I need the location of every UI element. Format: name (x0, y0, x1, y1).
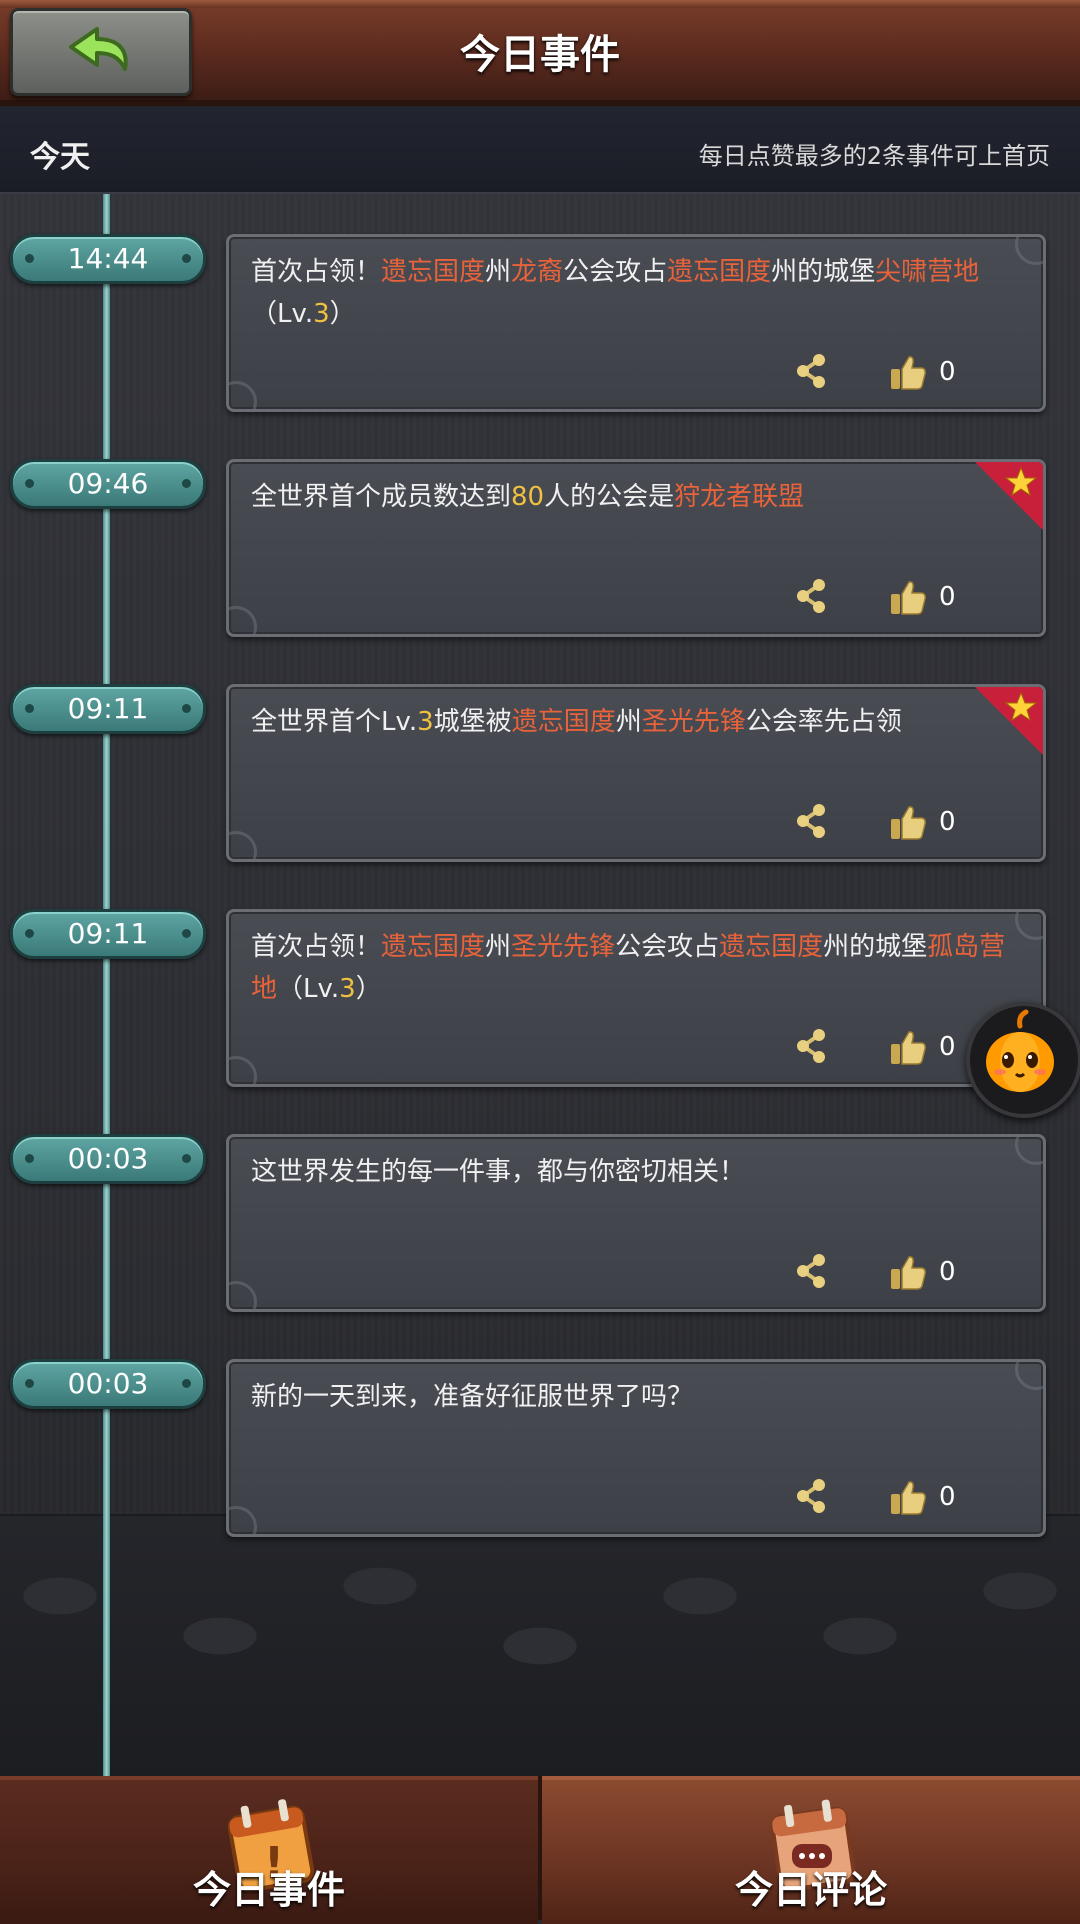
highlighted-name: 遗忘国度 (381, 932, 486, 962)
text-segment: 州的城堡 (771, 257, 876, 287)
highlighted-number: 3 (313, 299, 330, 329)
text-segment: 城堡被 (433, 707, 512, 737)
thumbs-up-icon[interactable] (889, 803, 927, 841)
highlighted-name: 尖啸营地 (875, 257, 980, 287)
text-segment: 全世界首个Lv. (251, 707, 418, 737)
timeline-line (103, 194, 110, 1776)
like-count: 0 (939, 1482, 956, 1512)
pumpkin-icon (986, 1009, 1054, 1092)
event-card[interactable]: 全世界首个Lv.3城堡被遗忘国度州圣光先锋公会率先占领 0 (226, 684, 1046, 862)
thumbs-up-icon[interactable] (889, 1028, 927, 1066)
thumbs-up-icon[interactable] (889, 1253, 927, 1291)
text-segment: 州 (485, 932, 512, 962)
day-label: 今天 (30, 140, 90, 175)
text-segment: （Lv. (251, 299, 314, 329)
corner-ornament (229, 381, 257, 409)
highlighted-name: 遗忘国度 (667, 257, 772, 287)
like-count: 0 (939, 807, 956, 837)
highlighted-name: 遗忘国度 (381, 257, 486, 287)
text-segment: 州 (615, 707, 642, 737)
featured-star-ribbon-icon (975, 462, 1043, 530)
text-segment: 州的城堡 (823, 932, 928, 962)
event-card[interactable]: 全世界首个成员数达到80人的公会是狩龙者联盟 0 (226, 459, 1046, 637)
thumbs-up-icon[interactable] (889, 1478, 927, 1516)
stone-floor-decoration (0, 1514, 1080, 1776)
pumpkin-mascot-button[interactable] (966, 1002, 1080, 1118)
corner-ornament (229, 1056, 257, 1084)
tab-label: 今日评论 (734, 1868, 887, 1912)
date-bar: 今天 每日点赞最多的2条事件可上首页 (0, 106, 1080, 194)
share-icon[interactable] (795, 1253, 827, 1289)
text-segment: ） (329, 299, 356, 329)
corner-ornament (229, 1281, 257, 1309)
event-text: 首次占领！遗忘国度州龙裔公会攻占遗忘国度州的城堡尖啸营地（Lv.3） (251, 251, 1013, 335)
text-segment: 这世界发生的每一件事，都与你密切相关！ (251, 1157, 746, 1187)
ranking-hint: 每日点赞最多的2条事件可上首页 (698, 142, 1050, 170)
text-segment: 公会攻占 (563, 257, 668, 287)
text-segment: 首次占领！ (251, 257, 382, 287)
like-count: 0 (939, 357, 956, 387)
event-time: 14:44 (10, 234, 206, 284)
share-icon[interactable] (795, 1028, 827, 1064)
highlighted-name: 遗忘国度 (511, 707, 616, 737)
highlighted-name: 圣光先锋 (641, 707, 746, 737)
highlighted-name: 龙裔 (511, 257, 564, 287)
like-count: 0 (939, 1257, 956, 1287)
like-count: 0 (939, 1032, 956, 1062)
share-icon[interactable] (795, 353, 827, 389)
corner-ornament (1015, 1362, 1043, 1390)
event-text: 这世界发生的每一件事，都与你密切相关！ (251, 1151, 1013, 1193)
corner-ornament (229, 831, 257, 859)
thumbs-up-icon[interactable] (889, 353, 927, 391)
highlighted-number: 80 (511, 482, 545, 512)
event-text: 新的一天到来，准备好征服世界了吗？ (251, 1376, 1013, 1418)
featured-star-ribbon-icon (975, 687, 1043, 755)
like-count: 0 (939, 582, 956, 612)
tab-today-events[interactable]: ! 今日事件 (0, 1776, 538, 1924)
thumbs-up-icon[interactable] (889, 578, 927, 616)
share-icon[interactable] (795, 1478, 827, 1514)
corner-ornament (229, 1506, 257, 1534)
event-time: 00:03 (10, 1359, 206, 1409)
text-segment: ） (355, 974, 382, 1004)
event-text: 首次占领！遗忘国度州圣光先锋公会攻占遗忘国度州的城堡孤岛营地（Lv.3） (251, 926, 1013, 1010)
text-segment: 公会攻占 (615, 932, 720, 962)
corner-ornament (1015, 1137, 1043, 1165)
share-icon[interactable] (795, 803, 827, 839)
bottom-tab-bar: ! 今日事件 今日评论 (0, 1776, 1080, 1924)
event-text: 全世界首个成员数达到80人的公会是狩龙者联盟 (251, 476, 1013, 518)
tab-today-comments[interactable]: 今日评论 (542, 1776, 1080, 1924)
text-segment: 新的一天到来，准备好征服世界了吗？ (251, 1382, 694, 1412)
event-time: 09:11 (10, 684, 206, 734)
event-text: 全世界首个Lv.3城堡被遗忘国度州圣光先锋公会率先占领 (251, 701, 1013, 743)
text-segment: 全世界首个成员数达到 (251, 482, 512, 512)
highlighted-name: 遗忘国度 (719, 932, 824, 962)
event-card[interactable]: 这世界发生的每一件事，都与你密切相关！ 0 (226, 1134, 1046, 1312)
event-time: 09:46 (10, 459, 206, 509)
corner-ornament (1015, 237, 1043, 265)
event-time: 09:11 (10, 909, 206, 959)
top-bar: 今日事件 (0, 0, 1080, 106)
event-card[interactable]: 新的一天到来，准备好征服世界了吗？ 0 (226, 1359, 1046, 1537)
text-segment: 人的公会是 (544, 482, 675, 512)
share-icon[interactable] (795, 578, 827, 614)
text-segment: （Lv. (277, 974, 340, 1004)
event-timeline[interactable]: 14:44 首次占领！遗忘国度州龙裔公会攻占遗忘国度州的城堡尖啸营地（Lv.3） 0… (0, 194, 1080, 1776)
corner-ornament (1015, 912, 1043, 940)
event-time: 00:03 (10, 1134, 206, 1184)
text-segment: 州 (485, 257, 512, 287)
highlighted-number: 3 (417, 707, 434, 737)
corner-ornament (229, 606, 257, 634)
highlighted-name: 狩龙者联盟 (674, 482, 805, 512)
highlighted-number: 3 (339, 974, 356, 1004)
highlighted-name: 圣光先锋 (511, 932, 616, 962)
page-title: 今日事件 (460, 32, 620, 78)
tab-label: 今日事件 (192, 1868, 345, 1912)
event-card[interactable]: 首次占领！遗忘国度州龙裔公会攻占遗忘国度州的城堡尖啸营地（Lv.3） 0 (226, 234, 1046, 412)
text-segment: 公会率先占领 (745, 707, 902, 737)
text-segment: 首次占领！ (251, 932, 382, 962)
event-card[interactable]: 首次占领！遗忘国度州圣光先锋公会攻占遗忘国度州的城堡孤岛营地（Lv.3） 0 (226, 909, 1046, 1087)
